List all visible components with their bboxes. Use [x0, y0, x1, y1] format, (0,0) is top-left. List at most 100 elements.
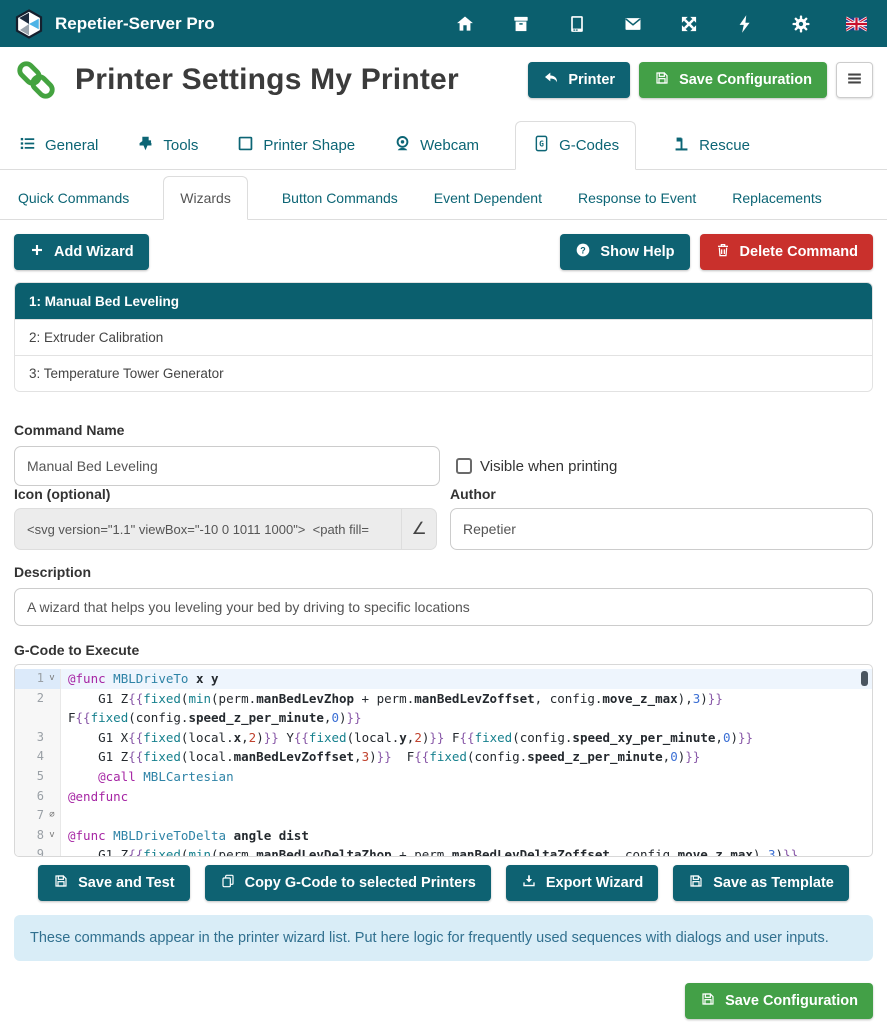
editor-code-cell[interactable]: @endfunc [61, 787, 872, 807]
editor-code-cell[interactable]: @call MBLCartesian [61, 767, 872, 787]
subtab-button-commands[interactable]: Button Commands [280, 177, 400, 219]
gcode-file-icon: G [532, 134, 551, 157]
save-as-template-button[interactable]: Save as Template [673, 865, 849, 901]
extruder-nozzle-icon [136, 134, 155, 157]
floppy-icon [700, 991, 716, 1011]
question-circle-icon: ? [575, 242, 591, 262]
editor-line[interactable]: F{{fixed(config.speed_z_per_minute,0)}} [15, 708, 872, 728]
angle-icon[interactable]: ∠ [402, 508, 437, 550]
author-label: Author [450, 486, 873, 502]
webcam-icon [393, 134, 412, 157]
editor-code-cell[interactable] [61, 806, 872, 826]
mail-icon[interactable] [622, 13, 643, 34]
save-configuration-button-top[interactable]: Save Configuration [639, 62, 827, 98]
subtab-quick-commands[interactable]: Quick Commands [16, 177, 131, 219]
gcode-to-execute-label: G-Code to Execute [14, 642, 873, 658]
plus-icon [29, 242, 45, 262]
subtab-response-to-event[interactable]: Response to Event [576, 177, 698, 219]
hamburger-icon [845, 69, 864, 91]
editor-gutter-cell[interactable]: 6 [15, 787, 61, 807]
copy-gcode-button[interactable]: Copy G-Code to selected Printers [205, 865, 491, 901]
wizard-list-item[interactable]: 3: Temperature Tower Generator [15, 355, 872, 391]
wizard-list-item[interactable]: 2: Extruder Calibration [15, 319, 872, 355]
export-wizard-button[interactable]: Export Wizard [506, 865, 658, 901]
add-wizard-button[interactable]: Add Wizard [14, 234, 149, 270]
main-tabs: General Tools Printer Shape Webcam G G-C… [0, 111, 887, 170]
editor-line[interactable]: 2 G1 Z{{fixed(min(perm.manBedLevZhop + p… [15, 689, 872, 709]
app-logo[interactable] [14, 9, 44, 39]
wizard-toolbar: Add Wizard ? Show Help Delete Command [14, 234, 873, 270]
square-outline-icon [236, 134, 255, 157]
copy-icon [220, 873, 236, 893]
editor-gutter-cell[interactable]: 8v [15, 826, 61, 846]
icon-svg-input[interactable] [14, 508, 402, 550]
back-arrow-icon [543, 70, 559, 90]
editor-line[interactable]: 4 G1 Z{{fixed(local.manBedLevZoffset,3)}… [15, 747, 872, 767]
editor-line[interactable]: 5 @call MBLCartesian [15, 767, 872, 787]
tab-gcodes[interactable]: G G-Codes [515, 121, 636, 170]
editor-gutter-cell[interactable]: 9 [15, 845, 61, 857]
rescue-probe-icon [672, 134, 691, 157]
visible-when-printing-group: Visible when printing [456, 458, 617, 475]
archive-box-icon[interactable] [510, 13, 531, 34]
uk-flag-icon[interactable] [846, 13, 867, 34]
editor-line[interactable]: 9 G1 Z{{fixed(min(perm.manBedLevDeltaZho… [15, 845, 872, 857]
editor-line[interactable]: 7∅ [15, 806, 872, 826]
show-help-button[interactable]: ? Show Help [560, 234, 689, 270]
printer-button[interactable]: Printer [528, 62, 630, 98]
navbar-icons [454, 13, 873, 34]
author-input[interactable] [450, 508, 873, 550]
page-title: Printer Settings My Printer [75, 63, 459, 97]
editor-code-cell[interactable]: G1 X{{fixed(local.x,2)}} Y{{fixed(local.… [61, 728, 872, 748]
editor-gutter-cell[interactable]: 3 [15, 728, 61, 748]
editor-code-cell[interactable]: G1 Z{{fixed(min(perm.manBedLevZhop + per… [61, 689, 872, 709]
save-configuration-button-bottom[interactable]: Save Configuration [685, 983, 873, 1019]
editor-code-cell[interactable]: @func MBLDriveToDelta angle dist [61, 826, 872, 846]
command-name-label: Command Name [14, 422, 873, 438]
svg-text:G: G [539, 139, 544, 148]
tab-webcam[interactable]: Webcam [391, 122, 481, 169]
editor-gutter-cell[interactable]: 7∅ [15, 806, 61, 826]
top-navbar: Repetier-Server Pro [0, 0, 887, 47]
tab-rescue[interactable]: Rescue [670, 122, 752, 169]
tablet-icon[interactable] [566, 13, 587, 34]
tab-tools[interactable]: Tools [134, 122, 200, 169]
editor-code-cell[interactable]: @func MBLDriveTo x y [61, 669, 872, 689]
tab-printer-shape[interactable]: Printer Shape [234, 122, 357, 169]
gear-icon[interactable] [790, 13, 811, 34]
editor-gutter-cell[interactable]: 5 [15, 767, 61, 787]
subtab-wizards[interactable]: Wizards [163, 176, 248, 220]
description-input[interactable] [14, 588, 873, 626]
editor-line[interactable]: 1v@func MBLDriveTo x y [15, 669, 872, 689]
visible-when-printing-checkbox[interactable] [456, 458, 472, 474]
floppy-icon [654, 70, 670, 90]
command-name-input[interactable] [14, 446, 440, 486]
bolt-icon[interactable] [734, 13, 755, 34]
editor-gutter-cell[interactable] [15, 708, 61, 728]
home-icon[interactable] [454, 13, 475, 34]
info-alert: These commands appear in the printer wiz… [14, 915, 873, 961]
editor-line[interactable]: 6@endfunc [15, 787, 872, 807]
gcodes-subtabs: Quick Commands Wizards Button Commands E… [0, 170, 887, 220]
editor-scrollbar-thumb[interactable] [861, 671, 868, 686]
editor-gutter-cell[interactable]: 4 [15, 747, 61, 767]
wizard-list-item[interactable]: 1: Manual Bed Leveling [15, 283, 872, 319]
expand-arrows-icon[interactable] [678, 13, 699, 34]
editor-gutter-cell[interactable]: 2 [15, 689, 61, 709]
save-and-test-button[interactable]: Save and Test [38, 865, 189, 901]
editor-line[interactable]: 3 G1 X{{fixed(local.x,2)}} Y{{fixed(loca… [15, 728, 872, 748]
subtab-event-dependent[interactable]: Event Dependent [432, 177, 544, 219]
svg-text:?: ? [581, 245, 587, 255]
editor-code-cell[interactable]: F{{fixed(config.speed_z_per_minute,0)}} [61, 708, 872, 728]
editor-code-cell[interactable]: G1 Z{{fixed(local.manBedLevZoffset,3)}} … [61, 747, 872, 767]
gcode-editor[interactable]: 1v@func MBLDriveTo x y2 G1 Z{{fixed(min(… [14, 664, 873, 857]
subtab-replacements[interactable]: Replacements [730, 177, 824, 219]
trash-icon [715, 242, 731, 262]
command-name-row: Visible when printing [14, 446, 873, 486]
tab-general[interactable]: General [16, 122, 100, 169]
editor-line[interactable]: 8v@func MBLDriveToDelta angle dist [15, 826, 872, 846]
hamburger-menu-button[interactable] [836, 62, 873, 98]
editor-code-cell[interactable]: G1 Z{{fixed(min(perm.manBedLevDeltaZhop … [61, 845, 872, 857]
delete-command-button[interactable]: Delete Command [700, 234, 873, 270]
editor-gutter-cell[interactable]: 1v [15, 669, 61, 689]
